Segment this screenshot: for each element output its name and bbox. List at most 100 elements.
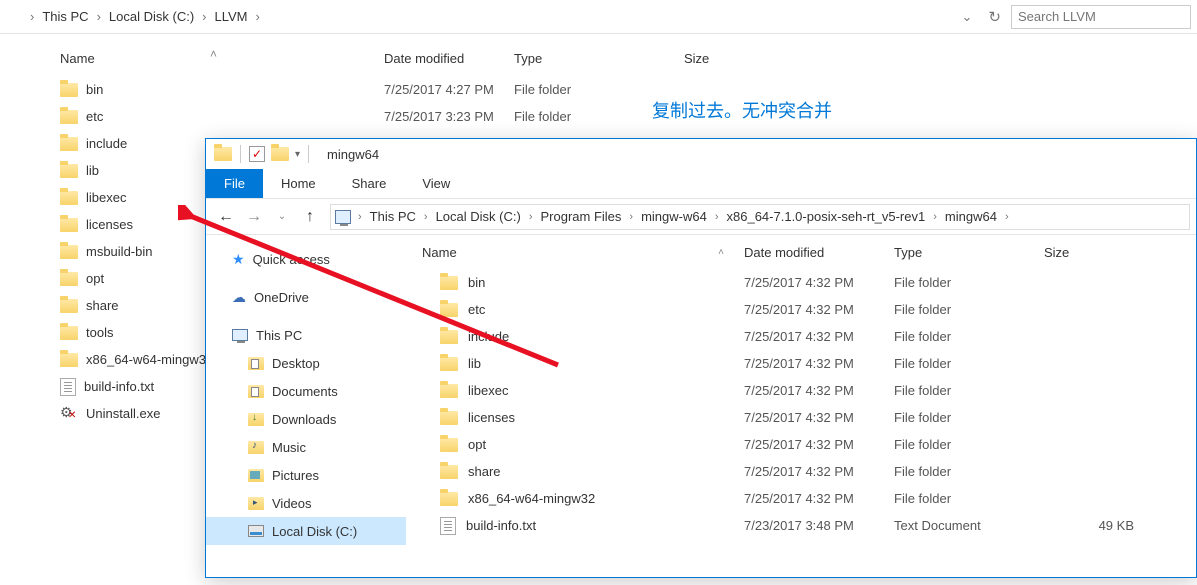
- file-row[interactable]: etc7/25/2017 4:32 PMFile folder: [406, 296, 1196, 323]
- sidebar-desktop[interactable]: Desktop: [206, 349, 406, 377]
- folder-icon: [60, 245, 78, 259]
- file-name: libexec: [468, 383, 508, 398]
- file-type: File folder: [894, 329, 1044, 344]
- tab-view[interactable]: View: [404, 169, 468, 198]
- recent-dropdown[interactable]: ⌄: [268, 211, 296, 222]
- folder-icon: [440, 330, 458, 344]
- folder-icon: [60, 83, 78, 97]
- qat-dropdown-icon[interactable]: ▾: [295, 149, 300, 160]
- column-type[interactable]: Type: [514, 51, 684, 66]
- tab-home[interactable]: Home: [263, 169, 334, 198]
- file-name: lib: [468, 356, 481, 371]
- column-size[interactable]: Size: [1044, 245, 1144, 260]
- text-file-icon: [60, 378, 76, 396]
- sidebar-quick-access[interactable]: ★Quick access: [206, 245, 406, 273]
- sidebar-music[interactable]: Music: [206, 433, 406, 461]
- file-date: 7/25/2017 4:32 PM: [744, 302, 894, 317]
- column-headers: Name˄ Date modified Type Size: [406, 235, 1196, 269]
- file-name: licenses: [468, 410, 515, 425]
- file-name: etc: [86, 109, 103, 124]
- file-row[interactable]: libexec7/25/2017 4:32 PMFile folder: [406, 377, 1196, 404]
- file-row[interactable]: bin7/25/2017 4:27 PMFile folder: [60, 76, 1197, 103]
- folder-icon: [440, 465, 458, 479]
- column-date[interactable]: Date modified: [384, 51, 514, 66]
- title-bar[interactable]: ✓ ▾ mingw64: [206, 139, 1196, 169]
- chevron-right-icon: ›: [26, 9, 38, 24]
- breadcrumb-this-pc[interactable]: This PC: [38, 9, 92, 24]
- sidebar-label: Quick access: [253, 252, 330, 267]
- breadcrumb-this-pc[interactable]: This PC: [365, 209, 421, 224]
- file-row[interactable]: x86_64-w64-mingw327/25/2017 4:32 PMFile …: [406, 485, 1196, 512]
- address-dropdown[interactable]: ⌄: [956, 9, 979, 25]
- file-name: build-info.txt: [84, 379, 154, 394]
- file-name: build-info.txt: [466, 518, 536, 533]
- file-row[interactable]: opt7/25/2017 4:32 PMFile folder: [406, 431, 1196, 458]
- navigation-sidebar: ★Quick access ☁OneDrive This PC Desktop …: [206, 235, 406, 577]
- folder-icon: [440, 438, 458, 452]
- search-input[interactable]: [1011, 5, 1191, 29]
- sidebar-this-pc[interactable]: This PC: [206, 321, 406, 349]
- file-row[interactable]: bin7/25/2017 4:32 PMFile folder: [406, 269, 1196, 296]
- file-row[interactable]: share7/25/2017 4:32 PMFile folder: [406, 458, 1196, 485]
- folder-icon: [60, 353, 78, 367]
- sidebar-pictures[interactable]: Pictures: [206, 461, 406, 489]
- breadcrumb-version[interactable]: x86_64-7.1.0-posix-seh-rt_v5-rev1: [722, 209, 931, 224]
- up-button[interactable]: ↑: [296, 208, 324, 226]
- breadcrumb-llvm[interactable]: LLVM: [211, 9, 252, 24]
- column-date[interactable]: Date modified: [744, 245, 894, 260]
- desktop-icon: [248, 357, 264, 370]
- file-row[interactable]: etc7/25/2017 3:23 PMFile folder: [60, 103, 1197, 130]
- pictures-icon: [248, 469, 264, 482]
- breadcrumb-bar[interactable]: › This PC › Local Disk (C:) › Program Fi…: [330, 204, 1190, 230]
- file-type: File folder: [894, 464, 1044, 479]
- exe-file-icon: [60, 406, 78, 422]
- column-type[interactable]: Type: [894, 245, 1044, 260]
- folder-icon: [440, 411, 458, 425]
- file-date: 7/25/2017 4:32 PM: [744, 275, 894, 290]
- pc-icon: [335, 210, 351, 224]
- folder-icon: [60, 326, 78, 340]
- file-row[interactable]: include7/25/2017 4:32 PMFile folder: [406, 323, 1196, 350]
- column-name[interactable]: Name: [60, 51, 384, 66]
- back-button[interactable]: ←: [212, 208, 240, 226]
- breadcrumb-mingw-w64[interactable]: mingw-w64: [636, 209, 712, 224]
- separator: [240, 145, 241, 163]
- sidebar-onedrive[interactable]: ☁OneDrive: [206, 283, 406, 311]
- folder-icon[interactable]: [271, 147, 289, 161]
- file-date: 7/25/2017 3:23 PM: [384, 109, 514, 124]
- sidebar-documents[interactable]: Documents: [206, 377, 406, 405]
- breadcrumb-mingw64[interactable]: mingw64: [940, 209, 1002, 224]
- sidebar-downloads[interactable]: Downloads: [206, 405, 406, 433]
- file-name: share: [86, 298, 119, 313]
- file-name: libexec: [86, 190, 126, 205]
- quick-access-properties-icon[interactable]: ✓: [249, 146, 265, 162]
- file-date: 7/25/2017 4:32 PM: [744, 356, 894, 371]
- folder-icon: [60, 191, 78, 205]
- breadcrumb-local-disk[interactable]: Local Disk (C:): [431, 209, 526, 224]
- tab-share[interactable]: Share: [334, 169, 405, 198]
- file-row[interactable]: lib 7/25/2017 4:32 PMFile folder: [406, 350, 1196, 377]
- forward-button[interactable]: →: [240, 208, 268, 226]
- column-size[interactable]: Size: [684, 51, 824, 66]
- chevron-right-icon: ›: [930, 211, 940, 223]
- sidebar-label: This PC: [256, 328, 302, 343]
- chevron-right-icon: ›: [93, 9, 105, 24]
- folder-icon: [60, 272, 78, 286]
- breadcrumb-local-disk[interactable]: Local Disk (C:): [105, 9, 198, 24]
- file-name: opt: [86, 271, 104, 286]
- column-label: Name: [422, 245, 457, 260]
- folder-icon: [440, 276, 458, 290]
- file-date: 7/25/2017 4:32 PM: [744, 491, 894, 506]
- file-name: lib: [86, 163, 99, 178]
- file-row[interactable]: build-info.txt7/23/2017 3:48 PMText Docu…: [406, 512, 1196, 539]
- chevron-right-icon: ›: [712, 211, 722, 223]
- file-row[interactable]: licenses7/25/2017 4:32 PMFile folder: [406, 404, 1196, 431]
- sidebar-local-disk[interactable]: Local Disk (C:): [206, 517, 406, 545]
- chevron-right-icon: ›: [421, 211, 431, 223]
- refresh-button[interactable]: ↻: [978, 8, 1011, 26]
- file-type: File folder: [894, 356, 1044, 371]
- column-name[interactable]: Name˄: [422, 245, 744, 260]
- breadcrumb-program-files[interactable]: Program Files: [536, 209, 627, 224]
- sidebar-videos[interactable]: Videos: [206, 489, 406, 517]
- tab-file[interactable]: File: [206, 169, 263, 198]
